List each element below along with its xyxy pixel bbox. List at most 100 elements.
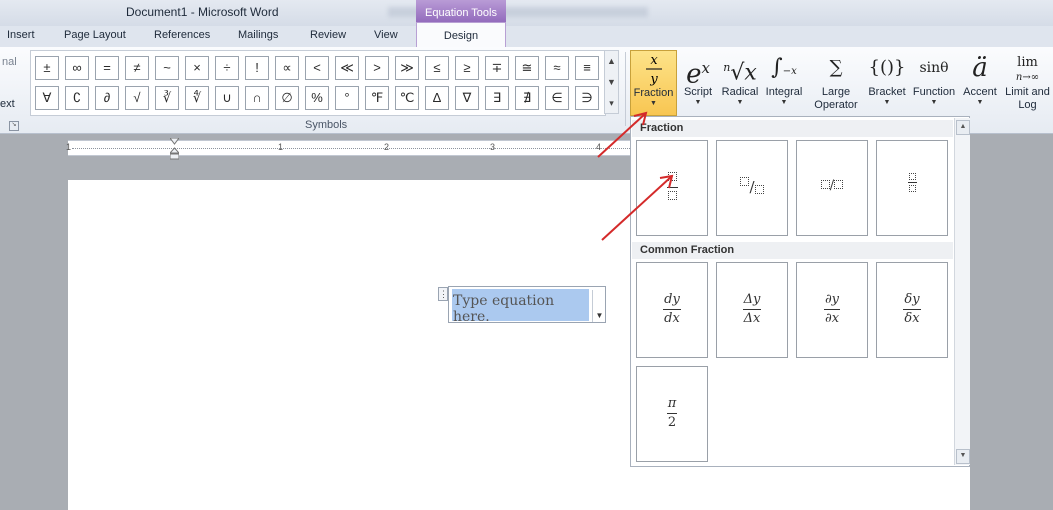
common-fraction-tile[interactable]: dy dx (636, 262, 708, 358)
svg-text:x: x (650, 53, 658, 68)
script-button[interactable]: ex Script ▼ (680, 50, 716, 116)
symbol-button[interactable]: ∄ (515, 86, 539, 110)
symbol-button[interactable]: ~ (155, 56, 179, 80)
fraction-denominator: 2 (667, 415, 677, 430)
linear-fraction-icon: / (797, 177, 867, 195)
fraction-button[interactable]: xy Fraction ▼ (630, 50, 677, 116)
symbol-button[interactable]: ∪ (215, 86, 239, 110)
partial-y-partial-x-fraction: ∂y ∂x (797, 291, 867, 328)
symbol-button[interactable]: ∋ (575, 86, 599, 110)
common-fraction-tile[interactable]: Δy Δx (716, 262, 788, 358)
tab-references[interactable]: References (154, 29, 210, 41)
window-title: Document1 - Microsoft Word (126, 5, 279, 19)
large-operator-button[interactable]: ∑ Large Operator (808, 50, 864, 116)
common-fraction-tile[interactable]: δy δx (876, 262, 948, 358)
symbol-button[interactable]: = (95, 56, 119, 80)
dropdown-arrow-icon: ▼ (694, 99, 702, 106)
tab-insert[interactable]: Insert (7, 29, 35, 41)
scroll-down-icon[interactable]: ▼ (605, 72, 618, 93)
tab-view[interactable]: View (374, 29, 398, 41)
indent-marker-icon[interactable] (170, 138, 179, 160)
symbol-button[interactable]: ≫ (395, 56, 419, 80)
radical-button[interactable]: n√x Radical ▼ (719, 50, 761, 116)
fraction-numerator: dy (663, 291, 681, 310)
equation-input[interactable]: Type equation here. (452, 289, 589, 325)
limit-and-log-button[interactable]: lim n→∞ Limit and Log (1002, 50, 1053, 116)
symbol-button[interactable]: ∩ (245, 86, 269, 110)
scroll-up-icon[interactable]: ▲ (956, 120, 970, 135)
symbol-button[interactable]: ° (335, 86, 359, 110)
tab-page-layout[interactable]: Page Layout (64, 29, 126, 41)
small-fraction-tile[interactable] (876, 140, 948, 236)
accent-button[interactable]: ä Accent ▼ (960, 50, 1000, 116)
symbol-button[interactable]: ∇ (455, 86, 479, 110)
dropdown-scrollbar[interactable]: ▲ ▼ (954, 118, 970, 465)
symbol-button[interactable]: ∝ (275, 56, 299, 80)
symbol-button[interactable]: < (305, 56, 329, 80)
function-button[interactable]: sinθ Function ▼ (910, 50, 958, 116)
bracket-label: Bracket (868, 86, 906, 98)
symbol-button[interactable]: ≅ (515, 56, 539, 80)
symbol-button[interactable]: ≡ (575, 56, 599, 80)
symbol-button[interactable]: ∛ (155, 86, 179, 110)
symbol-button[interactable]: ≥ (455, 56, 479, 80)
symbol-button[interactable]: % (305, 86, 329, 110)
tab-design[interactable]: Design (416, 22, 506, 48)
symbol-button[interactable]: ∆ (425, 86, 449, 110)
dialog-launcher-icon[interactable]: ↘ (9, 121, 19, 131)
equation-move-handle-icon[interactable]: ⋮ (438, 287, 448, 301)
fraction-denominator: ∂x (824, 311, 840, 326)
pi-over-two-fraction: π2 (637, 395, 707, 432)
equation-tools-label: Equation Tools (425, 7, 497, 19)
symbol-button[interactable]: ∞ (65, 56, 89, 80)
dropdown-arrow-icon: ▼ (780, 99, 788, 106)
symbols-gallery-scroll[interactable]: ▲ ▼ ▾ (604, 50, 619, 114)
common-fraction-tile[interactable]: ∂y ∂x (796, 262, 868, 358)
ruler-number: 1 (66, 142, 72, 152)
symbol-button[interactable]: > (365, 56, 389, 80)
small-delta-fraction: δy δx (877, 291, 947, 328)
symbol-button[interactable]: ∓ (485, 56, 509, 80)
symbol-button[interactable]: ℃ (395, 86, 419, 110)
symbol-button[interactable]: ∀ (35, 86, 59, 110)
symbol-button[interactable]: ∃ (485, 86, 509, 110)
skewed-fraction-tile[interactable]: / (716, 140, 788, 236)
symbol-button[interactable]: ≈ (545, 56, 569, 80)
ruler-number: 2 (384, 142, 390, 152)
fraction-numerator: Δy (742, 291, 762, 310)
group-separator (625, 52, 626, 126)
dropdown-arrow-icon: ▼ (976, 99, 984, 106)
symbol-button[interactable]: ∜ (185, 86, 209, 110)
scroll-up-icon[interactable]: ▲ (605, 51, 618, 72)
tab-review[interactable]: Review (310, 29, 346, 41)
fraction-denominator: Δx (743, 311, 761, 326)
equation-options-dropdown-icon[interactable]: ▼ (592, 290, 606, 322)
accent-icon: ä (972, 53, 988, 83)
symbol-button[interactable]: ± (35, 56, 59, 80)
symbol-button[interactable]: ℉ (365, 86, 389, 110)
linear-fraction-tile[interactable]: / (796, 140, 868, 236)
scroll-down-icon[interactable]: ▼ (956, 449, 970, 464)
stacked-fraction-tile[interactable] (636, 140, 708, 236)
bracket-button[interactable]: {()} Bracket ▼ (867, 50, 907, 116)
integral-button[interactable]: ∫−x Integral ▼ (763, 50, 805, 116)
symbol-button[interactable]: √ (125, 86, 149, 110)
function-icon: sinθ (919, 60, 949, 76)
symbol-button[interactable]: ≪ (335, 56, 359, 80)
symbol-button[interactable]: ≤ (425, 56, 449, 80)
symbol-button[interactable]: ! (245, 56, 269, 80)
symbol-button[interactable]: × (185, 56, 209, 80)
tab-mailings[interactable]: Mailings (238, 29, 278, 41)
symbol-button[interactable]: ∈ (545, 86, 569, 110)
symbol-button[interactable]: ∁ (65, 86, 89, 110)
symbol-button[interactable]: ∂ (95, 86, 119, 110)
symbol-button[interactable]: ≠ (125, 56, 149, 80)
summation-icon: ∑ (829, 57, 843, 78)
more-symbols-icon[interactable]: ▾ (605, 93, 618, 114)
common-fraction-tile[interactable]: π2 (636, 366, 708, 462)
symbol-button[interactable]: ∅ (275, 86, 299, 110)
fraction-gallery-dropdown: Fraction / / Common Fraction dy dx Δy Δx ∂… (630, 116, 970, 467)
fraction-icon: xy (631, 51, 676, 87)
symbol-button[interactable]: ÷ (215, 56, 239, 80)
ruler-ticks (72, 148, 632, 149)
